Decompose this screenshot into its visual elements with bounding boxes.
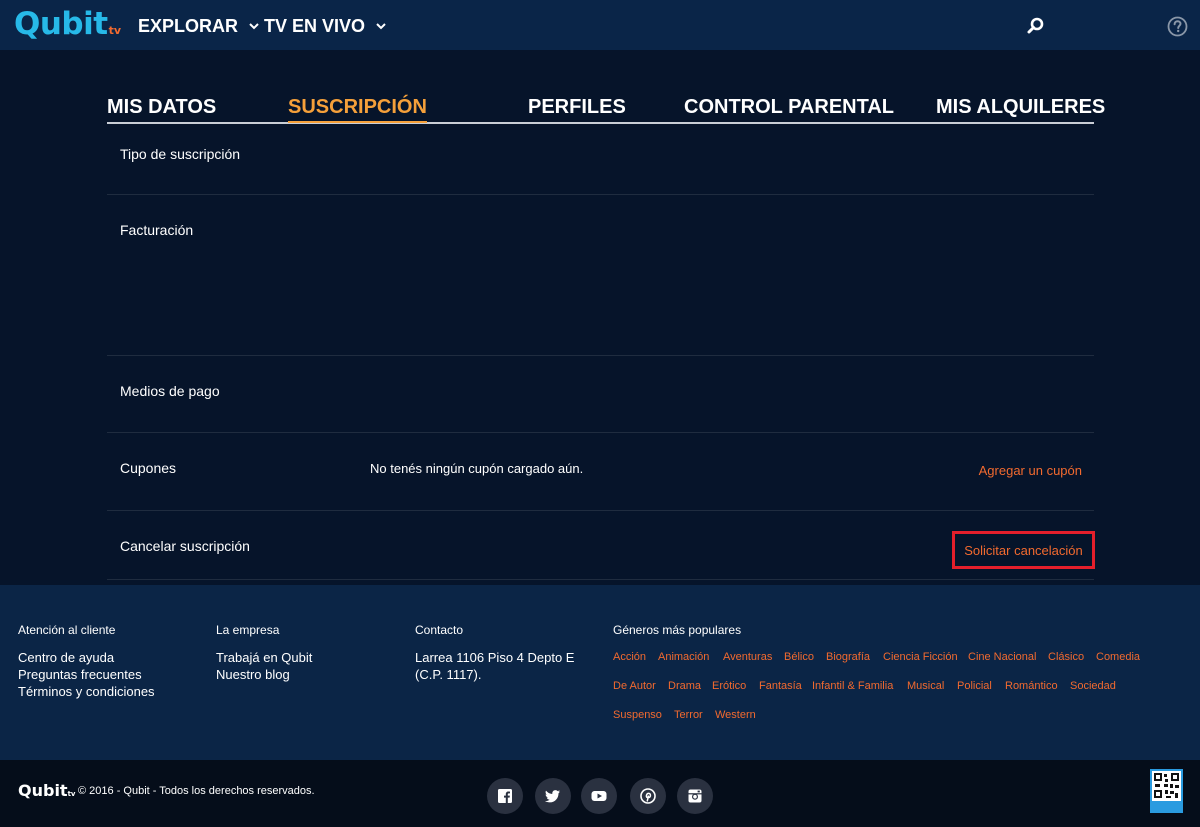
row-cancelar-suscripcion: Cancelar suscripción Solicitar cancelaci… (107, 511, 1095, 580)
qubit-logo[interactable]: Qubit tv (14, 7, 121, 41)
account-tabs: MIS DATOS SUSCRIPCIÓN PERFILES CONTROL P… (107, 96, 1105, 124)
genre-link[interactable]: Terror (674, 709, 703, 721)
genre-link[interactable]: Erótico (712, 680, 746, 692)
row-label: Facturación (120, 222, 194, 238)
footer-empresa: La empresa Trabajá en Qubit Nuestro blog (216, 623, 312, 683)
tab-mis-alquileres[interactable]: MIS ALQUILERES (936, 96, 1105, 118)
genre-link[interactable]: Suspenso (613, 709, 662, 721)
twitter-icon[interactable] (535, 778, 571, 814)
row-cupones: Cupones No tenés ningún cupón cargado aú… (107, 433, 1094, 511)
genre-link[interactable]: De Autor (613, 680, 656, 692)
footer-generos: Géneros más populares Acción Animación A… (613, 623, 1193, 721)
chevron-down-icon (249, 23, 259, 30)
genre-link[interactable]: Bélico (784, 651, 814, 663)
link-centro-de-ayuda[interactable]: Centro de ayuda (18, 649, 155, 666)
footer-logo-text: Qubit (18, 781, 68, 800)
row-tipo-suscripcion: Tipo de suscripción (107, 125, 1094, 195)
instagram-glyph-icon (688, 789, 702, 803)
instagram-icon[interactable] (677, 778, 713, 814)
genre-link[interactable]: Romántico (1005, 680, 1058, 692)
nav-explorar-label: EXPLORAR (138, 15, 239, 36)
link-nuestro-blog[interactable]: Nuestro blog (216, 666, 312, 683)
bottom-bar: Qubit tv © 2016 - Qubit - Todos los dere… (0, 760, 1200, 827)
row-label: Cupones (120, 460, 177, 476)
footer-heading: Géneros más populares (613, 623, 742, 637)
genre-link[interactable]: Clásico (1048, 651, 1084, 663)
footer-heading: Atención al cliente (18, 623, 116, 637)
genre-link[interactable]: Animación (658, 651, 709, 663)
solicitar-cancelacion-label: Solicitar cancelación (964, 542, 1083, 558)
genre-link[interactable]: Acción (613, 651, 646, 663)
logo-text: Qubit (14, 6, 108, 42)
genre-link[interactable]: Ciencia Ficción (883, 651, 958, 663)
top-navbar: Qubit tv EXPLORAR TV EN VIVO (0, 0, 1200, 50)
contact-address: Larrea 1106 Piso 4 Depto E (415, 650, 575, 665)
genre-link[interactable]: Musical (907, 680, 944, 692)
solicitar-cancelacion-button[interactable]: Solicitar cancelación (952, 531, 1095, 569)
genre-link[interactable]: Fantasía (759, 680, 802, 692)
row-facturacion: Facturación (107, 195, 1094, 356)
agregar-cupon-link[interactable]: Agregar un cupón (979, 463, 1082, 478)
pinterest-glyph-icon (640, 788, 656, 804)
help-icon[interactable] (1167, 16, 1188, 37)
footer-atencion: Atención al cliente Centro de ayuda Preg… (18, 623, 155, 700)
genre-link[interactable]: Western (715, 709, 756, 721)
nav-tv-en-vivo[interactable]: TV EN VIVO (264, 15, 388, 37)
genre-link[interactable]: Sociedad (1070, 680, 1116, 692)
footer-logo-suffix: tv (67, 790, 76, 798)
tab-mis-datos[interactable]: MIS DATOS (107, 96, 216, 118)
twitter-glyph-icon (545, 790, 560, 803)
facebook-icon[interactable] (487, 778, 523, 814)
pinterest-icon[interactable] (630, 778, 666, 814)
search-icon[interactable] (1026, 16, 1046, 36)
nav-explorar[interactable]: EXPLORAR (138, 15, 261, 37)
link-preguntas-frecuentes[interactable]: Preguntas frecuentes (18, 666, 155, 683)
qubit-footer-logo: Qubit tv (18, 782, 76, 799)
row-medios-de-pago: Medios de pago (107, 356, 1094, 433)
copyright-text: © 2016 - Qubit - Todos los derechos rese… (78, 785, 315, 797)
link-trabaja-en-qubit[interactable]: Trabajá en Qubit (216, 649, 312, 666)
footer-contacto: Contacto Larrea 1106 Piso 4 Depto E (C.P… (415, 623, 574, 683)
link-terminos-y-condiciones[interactable]: Términos y condiciones (18, 683, 155, 700)
qr-code-icon (1152, 773, 1181, 811)
footer: Atención al cliente Centro de ayuda Preg… (0, 585, 1200, 760)
genre-link[interactable]: Cine Nacional (968, 651, 1036, 663)
genre-link[interactable]: Aventuras (723, 651, 772, 663)
tab-perfiles[interactable]: PERFILES (528, 96, 626, 118)
tab-control-parental[interactable]: CONTROL PARENTAL (684, 96, 894, 118)
data-fiscal-badge[interactable] (1150, 769, 1183, 813)
youtube-glyph-icon (591, 791, 607, 801)
genre-link[interactable]: Policial (957, 680, 992, 692)
genre-link[interactable]: Infantil & Familia (812, 680, 893, 692)
facebook-glyph-icon (498, 789, 512, 803)
row-label: Cancelar suscripción (120, 538, 250, 554)
chevron-down-icon (376, 23, 386, 30)
footer-heading: Contacto (415, 623, 464, 637)
row-label: Tipo de suscripción (120, 146, 241, 162)
tab-suscripcion[interactable]: SUSCRIPCIÓN (288, 96, 427, 123)
genre-link[interactable]: Drama (668, 680, 701, 692)
youtube-icon[interactable] (581, 778, 617, 814)
genre-link[interactable]: Comedia (1096, 651, 1140, 663)
cupones-status-text: No tenés ningún cupón cargado aún. (370, 461, 584, 476)
logo-suffix: tv (108, 24, 121, 37)
nav-tv-en-vivo-label: TV EN VIVO (264, 15, 366, 36)
genre-link[interactable]: Biografía (826, 651, 870, 663)
footer-heading: La empresa (216, 623, 280, 637)
contact-postal-code: (C.P. 1117). (415, 667, 482, 682)
row-label: Medios de pago (120, 383, 220, 399)
